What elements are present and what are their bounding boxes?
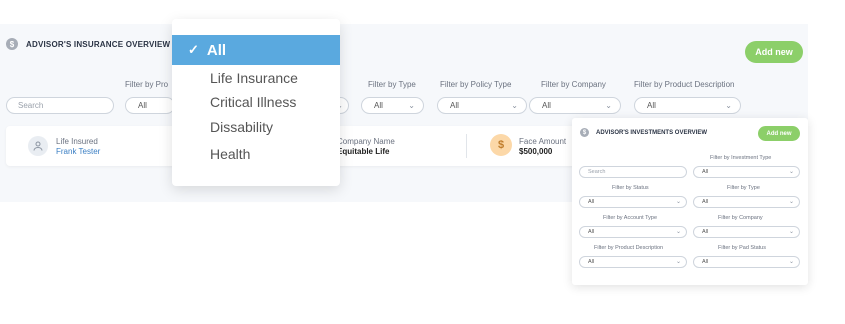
filter-label-investment-type: Filter by Investment Type — [710, 155, 772, 161]
chevron-down-icon: ⌄ — [675, 199, 681, 205]
divider — [466, 134, 467, 158]
dollar-coin-icon: $ — [490, 134, 512, 156]
select-value: All — [588, 199, 595, 205]
select-value: All — [588, 259, 595, 265]
investments-search-input[interactable]: Search — [579, 166, 687, 178]
overview-header: $ ADVISOR'S INSURANCE OVERVIEW — [6, 38, 170, 50]
filter-select-product-description[interactable]: All ⌄ — [579, 256, 687, 268]
product-filter-dropdown: ✓ All Life Insurance Critical Illness Di… — [172, 19, 340, 186]
select-value: All — [702, 199, 709, 205]
check-icon: ✓ — [188, 42, 199, 57]
add-new-investment-button[interactable]: Add new — [758, 126, 800, 141]
dropdown-option-critical-illness[interactable]: Critical Illness — [210, 94, 296, 110]
filter-label-company: Filter by Company — [718, 215, 763, 221]
filter-label-status: Filter by Status — [612, 185, 649, 191]
chevron-down-icon: ⌄ — [788, 169, 794, 175]
user-icon — [28, 136, 48, 156]
select-value: All — [588, 229, 595, 235]
life-insured-value[interactable]: Frank Tester — [56, 147, 100, 156]
filter-select-product[interactable]: All — [125, 97, 175, 114]
filter-label-type: Filter by Type — [727, 185, 760, 191]
filter-select-product-description[interactable]: All ⌄ — [634, 97, 741, 114]
chevron-down-icon: ⌄ — [788, 229, 794, 235]
chevron-down-icon: ⌄ — [788, 259, 794, 265]
select-value: All — [374, 101, 383, 110]
chevron-down-icon: ⌄ — [605, 101, 612, 110]
filter-label-product: Filter by Pro — [125, 80, 169, 89]
filter-select-status[interactable]: All ⌄ — [579, 196, 687, 208]
filter-label-company: Filter by Company — [541, 80, 606, 89]
filter-select-type[interactable]: All ⌄ — [361, 97, 424, 114]
company-name-label: Company Name — [337, 137, 395, 146]
chevron-down-icon: ⌄ — [511, 101, 518, 110]
investments-overview-panel: $ ADVISOR'S INVESTMENTS OVERVIEW Add new… — [572, 118, 808, 285]
search-input[interactable]: Search — [6, 97, 114, 114]
dropdown-option-selected[interactable]: ✓ All — [172, 35, 340, 65]
filter-label-account-type: Filter by Account Type — [603, 215, 658, 221]
filter-select-type[interactable]: All ⌄ — [693, 196, 800, 208]
select-value: All — [702, 259, 709, 265]
dropdown-option-health[interactable]: Health — [210, 146, 250, 162]
chevron-down-icon: ⌄ — [788, 199, 794, 205]
filter-label-policy-type: Filter by Policy Type — [440, 80, 512, 89]
dropdown-option-dissability[interactable]: Dissability — [210, 119, 273, 135]
filter-label-pad-status: Filter by Pad Status — [718, 245, 766, 251]
filter-select-pad-status[interactable]: All ⌄ — [693, 256, 800, 268]
filter-label-product-description: Filter by Product Description — [594, 245, 664, 251]
filter-select-company[interactable]: All ⌄ — [693, 226, 800, 238]
dollar-icon: $ — [6, 38, 18, 50]
filter-select-policy-type[interactable]: All ⌄ — [437, 97, 527, 114]
select-value: All — [702, 169, 709, 175]
filter-label-type: Filter by Type — [368, 80, 416, 89]
company-name-value: Equitable Life — [337, 147, 390, 156]
life-insured-label: Life Insured — [56, 137, 98, 146]
dollar-icon: $ — [580, 128, 589, 137]
select-value: All — [647, 101, 656, 110]
chevron-down-icon: ⌄ — [408, 101, 415, 110]
chevron-down-icon: ⌄ — [675, 259, 681, 265]
dropdown-option-label: All — [206, 41, 227, 59]
chevron-down-icon: ⌄ — [675, 229, 681, 235]
filter-label-product-description: Filter by Product Description — [634, 80, 735, 89]
page-title: ADVISOR'S INSURANCE OVERVIEW — [26, 39, 171, 49]
chevron-down-icon: ⌄ — [725, 101, 732, 110]
dropdown-option-life-insurance[interactable]: Life Insurance — [210, 70, 298, 86]
select-value: All — [542, 101, 551, 110]
select-value: All — [138, 101, 147, 110]
face-amount-label: Face Amount — [519, 137, 567, 146]
filter-select-investment-type[interactable]: All ⌄ — [693, 166, 800, 178]
add-new-button[interactable]: Add new — [745, 41, 803, 63]
face-amount-value: $500,000 — [519, 147, 553, 156]
investments-title: ADVISOR'S INVESTMENTS OVERVIEW — [596, 130, 707, 136]
filter-select-account-type[interactable]: All ⌄ — [579, 226, 687, 238]
filter-select-company[interactable]: All ⌄ — [529, 97, 621, 114]
select-value: All — [450, 101, 459, 110]
select-value: All — [702, 229, 709, 235]
